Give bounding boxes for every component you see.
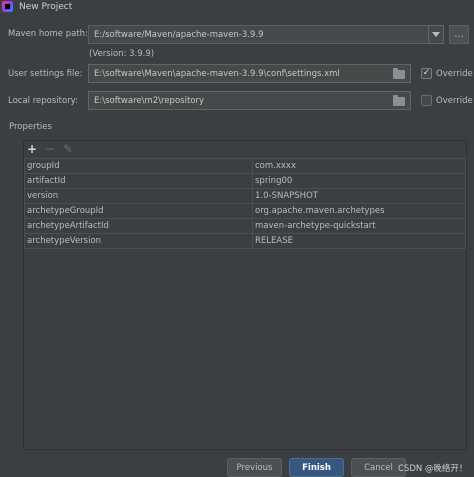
property-value[interactable]: maven-archetype-quickstart	[252, 218, 466, 234]
previous-label: Previous	[236, 462, 273, 473]
add-icon[interactable]: +	[23, 142, 41, 156]
property-key[interactable]: groupId	[24, 158, 253, 174]
finish-button[interactable]: Finish	[289, 458, 344, 477]
remove-icon[interactable]: −	[41, 142, 59, 156]
properties-table: groupId com.xxxx artifactId spring00 ver…	[24, 158, 466, 249]
maven-home-value: E:/software/Maven/apache-maven-3.9.9	[94, 29, 264, 40]
intellij-logo-icon	[2, 1, 13, 12]
previous-button[interactable]: Previous	[227, 458, 282, 477]
ellipsis-label: ...	[454, 29, 464, 40]
table-row[interactable]: groupId com.xxxx	[24, 158, 466, 174]
table-row[interactable]: version 1.0-SNAPSHOT	[24, 188, 466, 204]
title-bar: New Project	[0, 0, 474, 13]
folder-icon[interactable]	[393, 95, 405, 106]
cancel-label: Cancel	[364, 462, 393, 473]
local-repo-override-label: Override	[436, 96, 473, 106]
user-settings-field[interactable]: E:\software\Maven\apache-maven-3.9.9\con…	[88, 64, 411, 83]
table-row[interactable]: archetypeGroupId org.apache.maven.archet…	[24, 203, 466, 219]
property-value[interactable]: com.xxxx	[252, 158, 466, 174]
edit-icon[interactable]: ✎	[59, 142, 77, 156]
local-repo-field[interactable]: E:\software\m2\repository	[88, 91, 411, 110]
csdn-watermark: CSDN @晚络开！	[398, 464, 468, 474]
user-settings-override-label: Override	[436, 69, 473, 79]
maven-version-note: (Version: 3.9.9)	[89, 49, 155, 59]
chevron-down-icon	[432, 32, 440, 37]
property-key[interactable]: archetypeGroupId	[24, 203, 253, 219]
local-repo-value: E:\software\m2\repository	[94, 95, 204, 106]
user-settings-override-checkbox[interactable]: ✓	[421, 68, 432, 79]
properties-toolbar: + − ✎	[23, 141, 77, 157]
properties-title: Properties	[9, 122, 52, 132]
finish-label: Finish	[302, 462, 331, 473]
user-settings-value: E:\software\Maven\apache-maven-3.9.9\con…	[94, 68, 340, 79]
maven-home-dropdown-button[interactable]	[428, 25, 444, 44]
property-key[interactable]: archetypeVersion	[24, 233, 253, 249]
property-key[interactable]: artifactId	[24, 173, 253, 189]
folder-icon[interactable]	[393, 68, 405, 79]
property-key[interactable]: version	[24, 188, 253, 204]
property-value[interactable]: org.apache.maven.archetypes	[252, 203, 466, 219]
window-title: New Project	[19, 1, 73, 12]
local-repo-override-checkbox[interactable]	[421, 95, 432, 106]
table-row[interactable]: archetypeVersion RELEASE	[24, 233, 466, 249]
table-row[interactable]: artifactId spring00	[24, 173, 466, 189]
local-repo-label: Local repository:	[8, 96, 78, 106]
checkmark-icon: ✓	[422, 68, 431, 78]
maven-home-label: Maven home path:	[8, 29, 88, 39]
property-key[interactable]: archetypeArtifactId	[24, 218, 253, 234]
table-row[interactable]: archetypeArtifactId maven-archetype-quic…	[24, 218, 466, 234]
property-value[interactable]: 1.0-SNAPSHOT	[252, 188, 466, 204]
maven-home-combo[interactable]: E:/software/Maven/apache-maven-3.9.9	[88, 25, 429, 44]
property-value[interactable]: spring00	[252, 173, 466, 189]
user-settings-label: User settings file:	[8, 69, 83, 79]
property-value[interactable]: RELEASE	[252, 233, 466, 249]
maven-home-browse-button[interactable]: ...	[449, 25, 469, 44]
